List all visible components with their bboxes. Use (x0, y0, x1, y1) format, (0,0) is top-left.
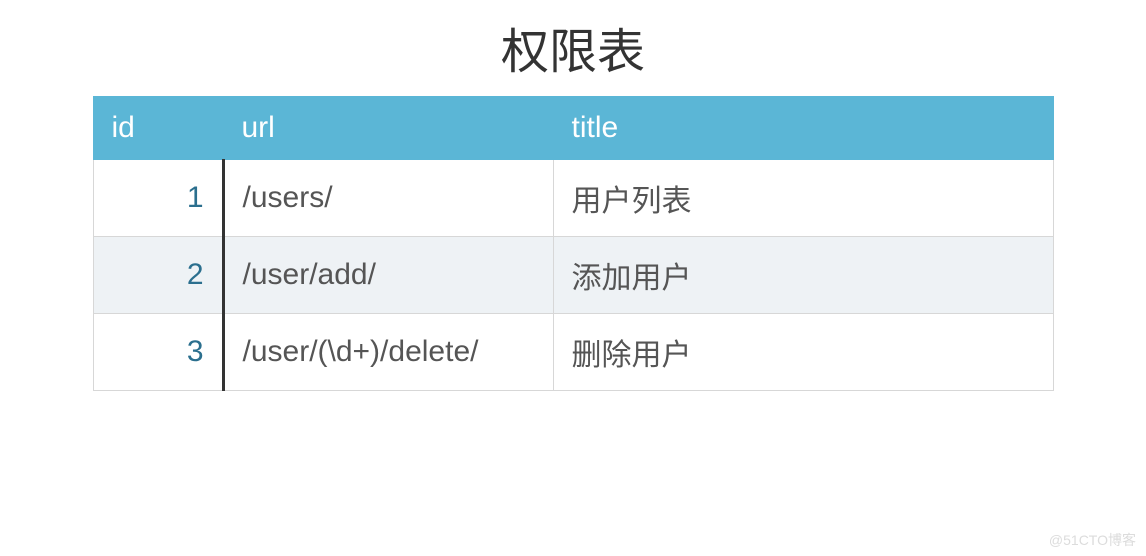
cell-url: /user/add/ (223, 237, 553, 314)
table-row: 1 /users/ 用户列表 (93, 160, 1053, 237)
cell-title: 删除用户 (553, 314, 1053, 391)
cell-url: /users/ (223, 160, 553, 237)
page-title: 权限表 (0, 12, 1146, 82)
cell-title: 用户列表 (553, 160, 1053, 237)
cell-id: 1 (93, 160, 223, 237)
table-header-row: id url title (93, 97, 1053, 160)
col-header-id: id (93, 97, 223, 160)
col-header-title: title (553, 97, 1053, 160)
col-header-url: url (223, 97, 553, 160)
table-row: 3 /user/(\d+)/delete/ 删除用户 (93, 314, 1053, 391)
cell-url: /user/(\d+)/delete/ (223, 314, 553, 391)
table-row: 2 /user/add/ 添加用户 (93, 237, 1053, 314)
permissions-table: id url title 1 /users/ 用户列表 2 /user/add/… (93, 96, 1054, 391)
watermark: @51CTO博客 (1049, 530, 1136, 550)
cell-title: 添加用户 (553, 237, 1053, 314)
cell-id: 3 (93, 314, 223, 391)
cell-id: 2 (93, 237, 223, 314)
